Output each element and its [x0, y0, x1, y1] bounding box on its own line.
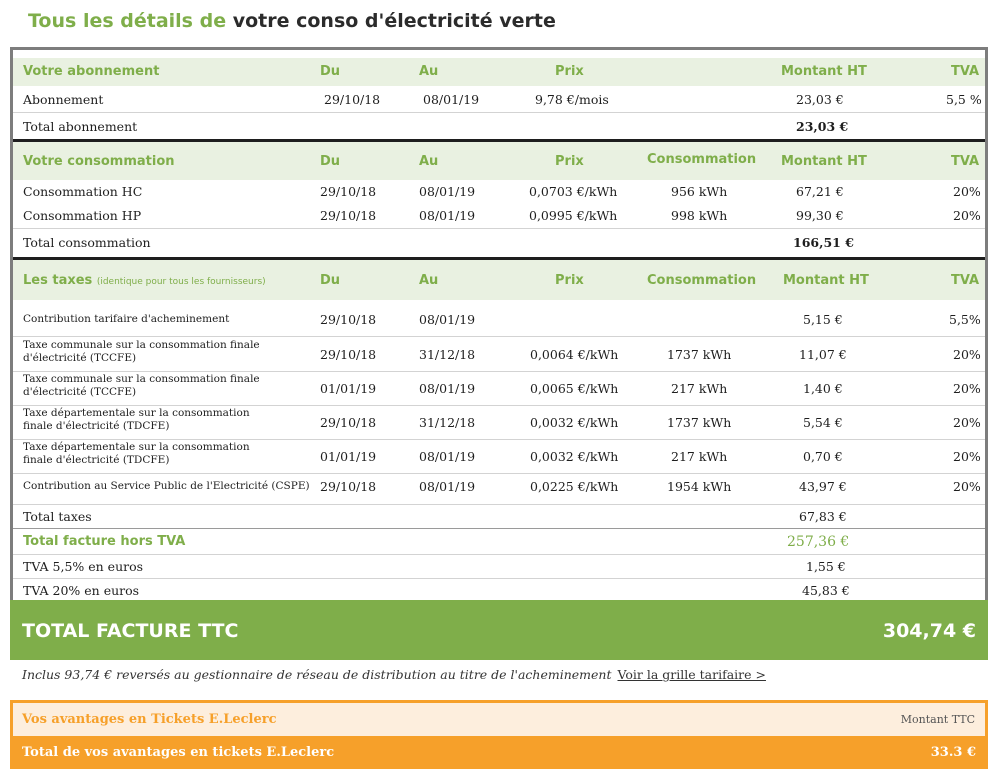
- tickets-header: Vos avantages en Tickets E.Leclerc Monta…: [10, 700, 988, 736]
- tickets-total-label: Total de vos avantages en tickets E.Lecl…: [22, 745, 335, 760]
- divider: [13, 554, 985, 555]
- table-row: Abonnement 29/10/18 08/01/19 9,78 €/mois…: [23, 92, 982, 107]
- table-row: Taxe communale sur la consommation final…: [23, 339, 981, 364]
- total-ttc-banner: TOTAL FACTURE TTC 304,74 €: [10, 600, 988, 660]
- tickets-total-bar: Total de vos avantages en tickets E.Lecl…: [10, 736, 988, 769]
- divider: [13, 528, 985, 529]
- table-row: Contribution au Service Public de l'Elec…: [23, 479, 981, 494]
- table-row: Consommation HC 29/10/18 08/01/19 0,0703…: [23, 184, 981, 199]
- total-consommation-row: Total consommation 166,51 €: [23, 235, 854, 250]
- consommation-title: Votre consommation: [23, 154, 175, 169]
- table-row: Taxe départementale sur la consommation …: [23, 407, 981, 432]
- taxes-header: Les taxes (identique pour tous les fourn…: [13, 260, 985, 300]
- col-du: Du: [320, 64, 341, 79]
- tva55-row: TVA 5,5% en euros 1,55 €: [23, 559, 846, 574]
- col-montant: Montant HT: [781, 64, 867, 79]
- tickets-total-value: 33.3 €: [930, 745, 976, 760]
- divider: [13, 228, 985, 229]
- table-row: Taxe départementale sur la consommation …: [23, 441, 981, 466]
- divider: [13, 336, 985, 337]
- tickets-title: Vos avantages en Tickets E.Leclerc: [22, 712, 277, 727]
- divider: [13, 504, 985, 505]
- divider: [13, 112, 985, 113]
- total-taxes-row: Total taxes 67,83 €: [23, 509, 847, 524]
- col-tva: TVA: [951, 64, 980, 79]
- divider: [13, 405, 985, 406]
- col-prix: Prix: [555, 64, 584, 79]
- divider: [13, 439, 985, 440]
- table-row: Consommation HP 29/10/18 08/01/19 0,0995…: [23, 208, 981, 223]
- taxes-title: Les taxes (identique pour tous les fourn…: [23, 273, 266, 288]
- total-hors-tva-row: Total facture hors TVA 257,36 €: [23, 534, 850, 550]
- total-ttc-value: 304,74 €: [882, 620, 976, 642]
- page-title: Tous les détails de votre conso d'électr…: [28, 10, 556, 32]
- consommation-header: Votre consommation Du Au Prix Consommati…: [13, 142, 985, 180]
- inclus-note: Inclus 93,74 € reversés au gestionnaire …: [22, 667, 766, 682]
- table-row: Contribution tarifaire d'acheminement 29…: [23, 312, 981, 327]
- divider: [13, 473, 985, 474]
- total-ttc-label: TOTAL FACTURE TTC: [22, 620, 239, 642]
- invoice-table: Votre abonnement Du Au Prix Montant HT T…: [10, 47, 988, 600]
- col-au: Au: [419, 64, 439, 79]
- table-row: Taxe communale sur la consommation final…: [23, 373, 981, 398]
- abonnement-header: Votre abonnement Du Au Prix Montant HT T…: [13, 58, 985, 86]
- total-abonnement-row: Total abonnement 23,03 €: [23, 119, 849, 134]
- divider: [13, 371, 985, 372]
- divider: [13, 578, 985, 579]
- abonnement-title: Votre abonnement: [23, 64, 160, 79]
- grille-tarifaire-link[interactable]: Voir la grille tarifaire >: [618, 667, 766, 682]
- tickets-col-montant: Montant TTC: [900, 713, 975, 726]
